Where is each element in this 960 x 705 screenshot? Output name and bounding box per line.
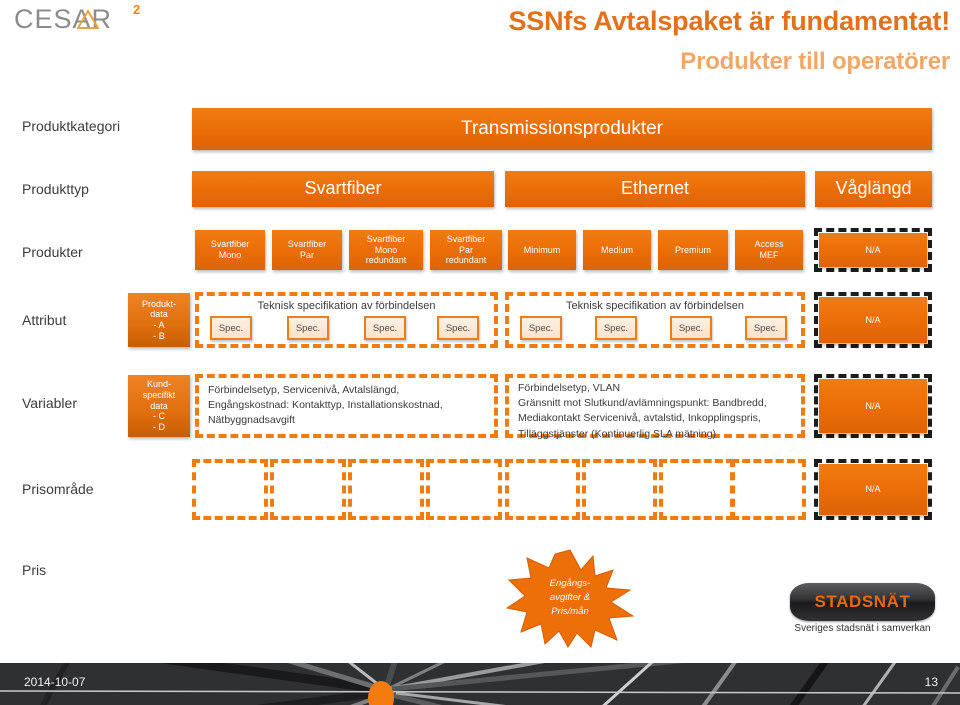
row-label-produkter: Produkter: [22, 244, 83, 260]
footer-page-number: 13: [924, 675, 938, 689]
prisomrade-na[interactable]: N/A: [819, 464, 927, 515]
attribut-group-svartfiber-label: Teknisk specifikation av förbindelsen: [257, 300, 436, 312]
row-label-produkttyp: Produkttyp: [22, 181, 89, 197]
prisomrade-box-eth-1[interactable]: [505, 459, 580, 520]
product-ethernet-minimum[interactable]: Minimum: [508, 230, 576, 270]
product-type-ethernet[interactable]: Ethernet: [505, 171, 805, 207]
attribut-spec-eth-4[interactable]: Spec.: [745, 316, 787, 340]
prisomrade-box-sf-2[interactable]: [270, 459, 346, 520]
product-svartfiber-mono-redundant[interactable]: Svartfiber Mono redundant: [349, 230, 423, 270]
prisomrade-box-sf-4[interactable]: [426, 459, 502, 520]
prisomrade-box-eth-3[interactable]: [659, 459, 734, 520]
footer-band: 2014-10-07 13: [0, 663, 960, 705]
footer-graphic: [0, 663, 960, 705]
variabler-ethernet-text: Förbindelsetyp, VLAN Gränsnitt mot Slutk…: [518, 382, 767, 440]
footer-date: 2014-10-07: [24, 675, 86, 689]
page-subtitle: Produkter till operatörer: [680, 48, 950, 75]
row-label-variabler: Variabler: [22, 395, 77, 411]
product-ethernet-medium[interactable]: Medium: [583, 230, 651, 270]
attribut-group-ethernet-label: Teknisk specifikation av förbindelsen: [566, 300, 744, 312]
product-type-svartfiber[interactable]: Svartfiber: [192, 171, 494, 207]
product-svartfiber-par-redundant[interactable]: Svartfiber Par redundant: [430, 230, 502, 270]
attribut-spec-sf-2[interactable]: Spec.: [287, 316, 329, 340]
product-svartfiber-par[interactable]: Svartfiber Par: [272, 230, 342, 270]
product-ethernet-access-mef[interactable]: Access MEF: [735, 230, 803, 270]
attribut-na[interactable]: N/A: [819, 297, 927, 343]
price-starburst-text: Engångs- avgifter & Pris/mån: [549, 578, 591, 617]
product-vaglangd-na[interactable]: N/A: [819, 233, 927, 267]
product-type-vaglangd[interactable]: Våglängd: [815, 171, 932, 207]
attribut-spec-eth-2[interactable]: Spec.: [595, 316, 637, 340]
stadsnat-logo: STADSNÄT Sveriges stadsnät i samverkan: [790, 583, 935, 639]
product-ethernet-premium[interactable]: Premium: [658, 230, 728, 270]
variabler-na[interactable]: N/A: [819, 379, 927, 433]
prisomrade-box-eth-4[interactable]: [731, 459, 806, 520]
attribut-spec-sf-1[interactable]: Spec.: [210, 316, 252, 340]
attribut-produktdata-box[interactable]: Produkt- data - A - B: [128, 293, 190, 347]
row-label-produktkategori: Produktkategori: [22, 118, 121, 134]
attribut-spec-eth-3[interactable]: Spec.: [670, 316, 712, 340]
row-label-attribut: Attribut: [22, 312, 67, 328]
triangle-icon: [77, 9, 99, 29]
stadsnat-wordmark: STADSNÄT: [814, 592, 911, 611]
attribut-spec-sf-3[interactable]: Spec.: [364, 316, 406, 340]
variabler-kundspecifikt-box[interactable]: Kund- specifikt data - C - D: [128, 375, 190, 437]
attribut-spec-eth-1[interactable]: Spec.: [520, 316, 562, 340]
attribut-spec-sf-4[interactable]: Spec.: [437, 316, 479, 340]
slide-root: CESAR 2 SSNfs Avtalspaket är fundamentat…: [0, 0, 960, 705]
prisomrade-box-eth-2[interactable]: [582, 459, 657, 520]
cesar-superscript: 2: [133, 2, 141, 17]
prisomrade-box-sf-1[interactable]: [192, 459, 268, 520]
stadsnat-caption: Sveriges stadsnät i samverkan: [794, 623, 931, 634]
price-starburst[interactable]: Engångs- avgifter & Pris/mån: [505, 548, 635, 648]
page-title: SSNfs Avtalspaket är fundamentat!: [508, 6, 950, 36]
product-svartfiber-mono[interactable]: Svartfiber Mono: [195, 230, 265, 270]
row-label-pris: Pris: [22, 562, 47, 578]
row-label-prisomrade: Prisområde: [22, 481, 94, 497]
product-category-box[interactable]: Transmissionsprodukter: [192, 108, 932, 150]
cesar-logo: CESAR 2: [14, 2, 154, 36]
variabler-svartfiber-text: Förbindelsetyp, Servicenivå, Avtalslängd…: [208, 384, 443, 427]
prisomrade-box-sf-3[interactable]: [348, 459, 424, 520]
